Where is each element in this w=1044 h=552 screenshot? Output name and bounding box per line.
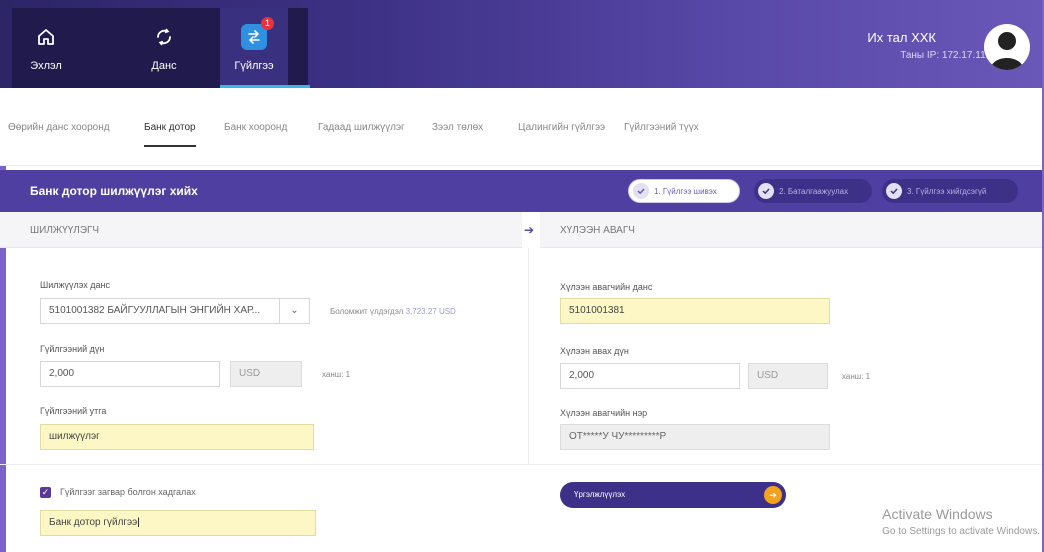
continue-button-label: Үргэлжлүүлэх (574, 490, 626, 499)
save-template-label: Гүйлгээг загвар болгон хадгалах (60, 487, 196, 497)
column-divider (528, 248, 529, 464)
tab-own-accounts[interactable]: Өөрийн данс хооронд (8, 122, 110, 133)
available-balance: Боломжит үлдэгдэл 3,723.27 USD (330, 307, 456, 316)
tab-salary-transfer[interactable]: Цалингийн гүйлгээ (518, 122, 605, 133)
user-avatar-icon (990, 32, 1024, 70)
user-ip-address: Таны IP: 172.17.11.5 (900, 50, 994, 61)
step-1: 1. Гүйлгээ шивэх (628, 179, 740, 203)
nav-transfer-label: Гүйлгээ (234, 60, 274, 72)
sender-account-select[interactable]: 5101001382 БАЙГУУЛЛАГЫН ЭНГИЙН ХАР... ⌄ (40, 298, 310, 324)
receiver-section-header: ХҮЛЭЭН АВАГЧ (540, 212, 1044, 248)
step-1-label: 1. Гүйлгээ шивэх (654, 186, 717, 196)
activate-windows-watermark: Activate Windows Go to Settings to activ… (882, 506, 1040, 537)
receiver-currency-value: USD (757, 370, 779, 381)
tab-between-banks[interactable]: Банк хооронд (224, 122, 287, 133)
arrow-right-icon: ➔ (524, 223, 535, 237)
home-icon (38, 29, 54, 45)
chevron-down-icon[interactable]: ⌄ (279, 299, 309, 323)
step-2-label: 2. Баталгаажуулах (779, 186, 849, 196)
check-icon (886, 183, 902, 199)
sender-account-value: 5101001382 БАЙГУУЛЛАГЫН ЭНГИЙН ХАР... (49, 305, 261, 316)
receiver-account-input[interactable]: 5101001381 (560, 298, 830, 324)
sender-description-label: Гүйлгээний утга (40, 406, 107, 416)
sender-account-label: Шилжүүлэх данс (40, 280, 111, 290)
step-3: 3. Гүйлгээ хийгдсэгүй (882, 179, 1018, 203)
sender-description-input[interactable]: шилжүүлэг (40, 424, 314, 450)
step-2: 2. Баталгаажуулах (754, 179, 872, 203)
receiver-section-title: ХҮЛЭЭН АВАГЧ (560, 225, 635, 236)
nav-account-label: Данс (151, 60, 177, 72)
sender-description-value: шилжүүлэг (49, 431, 100, 442)
receiver-account-label: Хүлээн авагчийн данс (560, 282, 653, 292)
nav-transfer[interactable]: 1 Гүйлгээ (220, 8, 310, 88)
bottom-divider (0, 464, 1044, 465)
balance-label: Боломжит үлдэгдэл (330, 307, 404, 316)
step-3-label: 3. Гүйлгээ хийгдсэгүй (907, 186, 987, 196)
sender-currency-value: USD (239, 368, 261, 379)
transfer-subtabs: Өөрийн данс хооронд Банк дотор Банк хоор… (0, 88, 1044, 166)
sender-section-title: ШИЛЖҮҮЛЭГЧ (30, 225, 100, 236)
user-company-name: Их тал ХХК (867, 30, 936, 45)
sender-rate: ханш: 1 (322, 370, 351, 379)
save-template-checkbox[interactable]: ✓ (40, 487, 51, 498)
sender-amount-label: Гүйлгээний дүн (40, 344, 105, 354)
template-name-value: Банк дотор гүйлгээ (49, 517, 138, 528)
continue-button[interactable]: Үргэлжлүүлэх ➔ (560, 482, 786, 508)
template-name-input[interactable]: Банк дотор гүйлгээ| (40, 510, 316, 536)
sender-section-header: ШИЛЖҮҮЛЭГЧ (0, 212, 522, 248)
watermark-line-2: Go to Settings to activate Windows. (882, 526, 1040, 537)
top-header: Эхлэл Данс 1 Гүйлгээ Их тал ХХК Таны IP:… (0, 0, 1044, 88)
receiver-name-value: ОТ*****У ЧУ*********Р (569, 431, 667, 442)
user-avatar[interactable] (984, 24, 1030, 70)
transfer-icon (248, 30, 260, 44)
nav-home-label: Эхлэл (30, 60, 62, 72)
check-icon (758, 183, 774, 199)
receiver-name-label: Хүлээн авагчийн нэр (560, 408, 648, 418)
account-icon (157, 28, 171, 46)
watermark-line-1: Activate Windows (882, 506, 993, 522)
receiver-amount-input[interactable]: 2,000 (560, 363, 740, 389)
receiver-rate: ханш: 1 (842, 372, 871, 381)
receiver-name-field: ОТ*****У ЧУ*********Р (560, 424, 830, 450)
check-icon (633, 183, 649, 199)
tab-transaction-history[interactable]: Гүйлгээний түүх (624, 122, 699, 133)
receiver-account-value: 5101001381 (569, 305, 625, 316)
receiver-amount-label: Хүлээн авах дүн (560, 346, 629, 356)
arrow-right-icon: ➔ (764, 486, 782, 504)
notification-badge: 1 (261, 17, 274, 30)
tab-within-bank[interactable]: Банк дотор (144, 122, 196, 147)
sender-amount-value: 2,000 (49, 368, 75, 379)
balance-value: 3,723.27 USD (405, 307, 456, 316)
nav-home[interactable]: Эхлэл (12, 8, 80, 88)
panel-header: Банк дотор шилжүүлэг хийх 1. Гүйлгээ шив… (0, 170, 1044, 212)
panel-title: Банк дотор шилжүүлэг хийх (30, 184, 198, 198)
sender-amount-input[interactable]: 2,000 (40, 361, 220, 387)
sender-currency-field: USD (230, 361, 302, 387)
receiver-currency-field: USD (748, 363, 828, 389)
tab-foreign-transfer[interactable]: Гадаад шилжүүлэг (318, 122, 405, 133)
transfer-icon-box: 1 (241, 17, 274, 50)
receiver-amount-value: 2,000 (569, 370, 595, 381)
tab-loan-payment[interactable]: Зээл төлөх (432, 122, 483, 133)
nav-account[interactable]: Данс (130, 8, 198, 88)
